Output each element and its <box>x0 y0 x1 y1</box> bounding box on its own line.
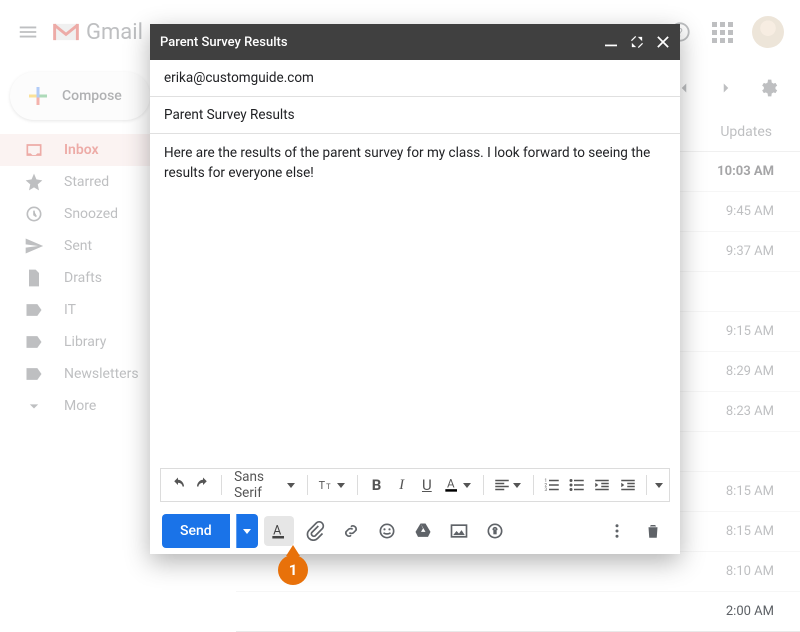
compose-action-row: Send A <box>150 508 680 554</box>
indent-less-icon[interactable] <box>592 472 613 498</box>
sidebar-item-label: IT <box>64 302 76 318</box>
settings-gear-icon[interactable] <box>758 78 778 98</box>
underline-icon[interactable]: U <box>416 472 437 498</box>
label-icon <box>24 364 44 384</box>
gmail-envelope-icon <box>52 21 80 43</box>
compose-titlebar[interactable]: Parent Survey Results <box>150 24 680 60</box>
clock-icon <box>24 204 44 224</box>
svg-text:T: T <box>318 479 325 492</box>
chevron-down-icon <box>24 396 44 416</box>
tab-updates[interactable]: Updates <box>720 124 772 140</box>
discard-draft-icon[interactable] <box>638 516 668 546</box>
sidebar-item-label: Starred <box>64 174 109 190</box>
sidebar-item-label: Drafts <box>64 270 102 286</box>
send-button[interactable]: Send <box>162 514 230 548</box>
compose-button-label: Compose <box>62 88 122 104</box>
sent-icon <box>24 236 44 256</box>
caret-down-icon <box>337 483 345 488</box>
redo-icon[interactable] <box>192 472 213 498</box>
caret-down-icon <box>463 483 471 488</box>
italic-icon[interactable]: I <box>391 472 412 498</box>
attach-file-icon[interactable] <box>300 516 330 546</box>
label-icon <box>24 332 44 352</box>
account-avatar[interactable] <box>752 16 784 48</box>
compose-title-text: Parent Survey Results <box>160 35 288 50</box>
close-icon[interactable] <box>656 35 670 49</box>
inbox-icon <box>24 140 44 160</box>
gmail-logo[interactable]: Gmail <box>52 20 143 45</box>
formatting-options-icon[interactable]: A <box>264 516 294 546</box>
font-size-icon[interactable]: TT <box>316 472 337 498</box>
minimize-icon[interactable] <box>604 35 618 49</box>
compose-body-text: Here are the results of the parent surve… <box>164 145 650 181</box>
more-formatting-icon[interactable] <box>655 483 663 488</box>
subject-field[interactable]: Parent Survey Results <box>150 97 680 134</box>
sidebar-item-label: Sent <box>64 238 92 254</box>
sidebar-item-label: More <box>64 398 96 414</box>
insert-link-icon[interactable] <box>336 516 366 546</box>
recipient-field[interactable]: erika@customguide.com <box>150 60 680 97</box>
confidential-mode-icon[interactable] <box>480 516 510 546</box>
bold-icon[interactable]: B <box>366 472 387 498</box>
insert-drive-icon[interactable] <box>408 516 438 546</box>
annotation-callout-1: 1 <box>278 555 308 585</box>
sidebar-item-label: Snoozed <box>64 206 118 222</box>
font-family-select[interactable]: Sans Serif <box>230 469 299 501</box>
more-options-icon[interactable] <box>602 516 632 546</box>
subject-value: Parent Survey Results <box>164 107 295 123</box>
indent-more-icon[interactable] <box>617 472 638 498</box>
svg-text:T: T <box>326 482 331 491</box>
plus-icon <box>26 84 50 108</box>
label-icon <box>24 300 44 320</box>
chevron-right-icon[interactable] <box>716 78 736 98</box>
sidebar-item-label: Library <box>64 334 106 350</box>
fullscreen-icon[interactable] <box>630 35 644 49</box>
formatting-toolbar: Sans Serif TT B I U A 123 <box>160 468 670 502</box>
sidebar-item-label: Inbox <box>64 142 99 158</box>
compose-body[interactable]: Here are the results of the parent surve… <box>150 134 680 468</box>
compose-dialog: Parent Survey Results erika@customguide.… <box>150 24 680 554</box>
sidebar-item-label: Newsletters <box>64 366 139 382</box>
align-icon[interactable] <box>491 472 512 498</box>
compose-button[interactable]: Compose <box>10 72 150 120</box>
main-menu-icon[interactable] <box>16 20 40 44</box>
google-apps-icon[interactable] <box>710 20 734 44</box>
caret-down-icon <box>287 483 295 488</box>
svg-text:A: A <box>447 477 455 491</box>
text-color-icon[interactable]: A <box>441 472 462 498</box>
insert-emoji-icon[interactable] <box>372 516 402 546</box>
mail-row[interactable]: 2:00 AM <box>236 592 800 632</box>
send-options-button[interactable] <box>236 514 258 548</box>
insert-photo-icon[interactable] <box>444 516 474 546</box>
numbered-list-icon[interactable]: 123 <box>541 472 562 498</box>
caret-down-icon <box>513 483 521 488</box>
bulleted-list-icon[interactable] <box>567 472 588 498</box>
undo-icon[interactable] <box>167 472 188 498</box>
gmail-logo-text: Gmail <box>86 20 143 45</box>
recipient-value: erika@customguide.com <box>164 70 314 86</box>
star-icon <box>24 172 44 192</box>
mail-row[interactable]: 8:10 AM <box>236 552 800 592</box>
svg-text:3: 3 <box>544 487 547 493</box>
file-icon <box>24 268 44 288</box>
